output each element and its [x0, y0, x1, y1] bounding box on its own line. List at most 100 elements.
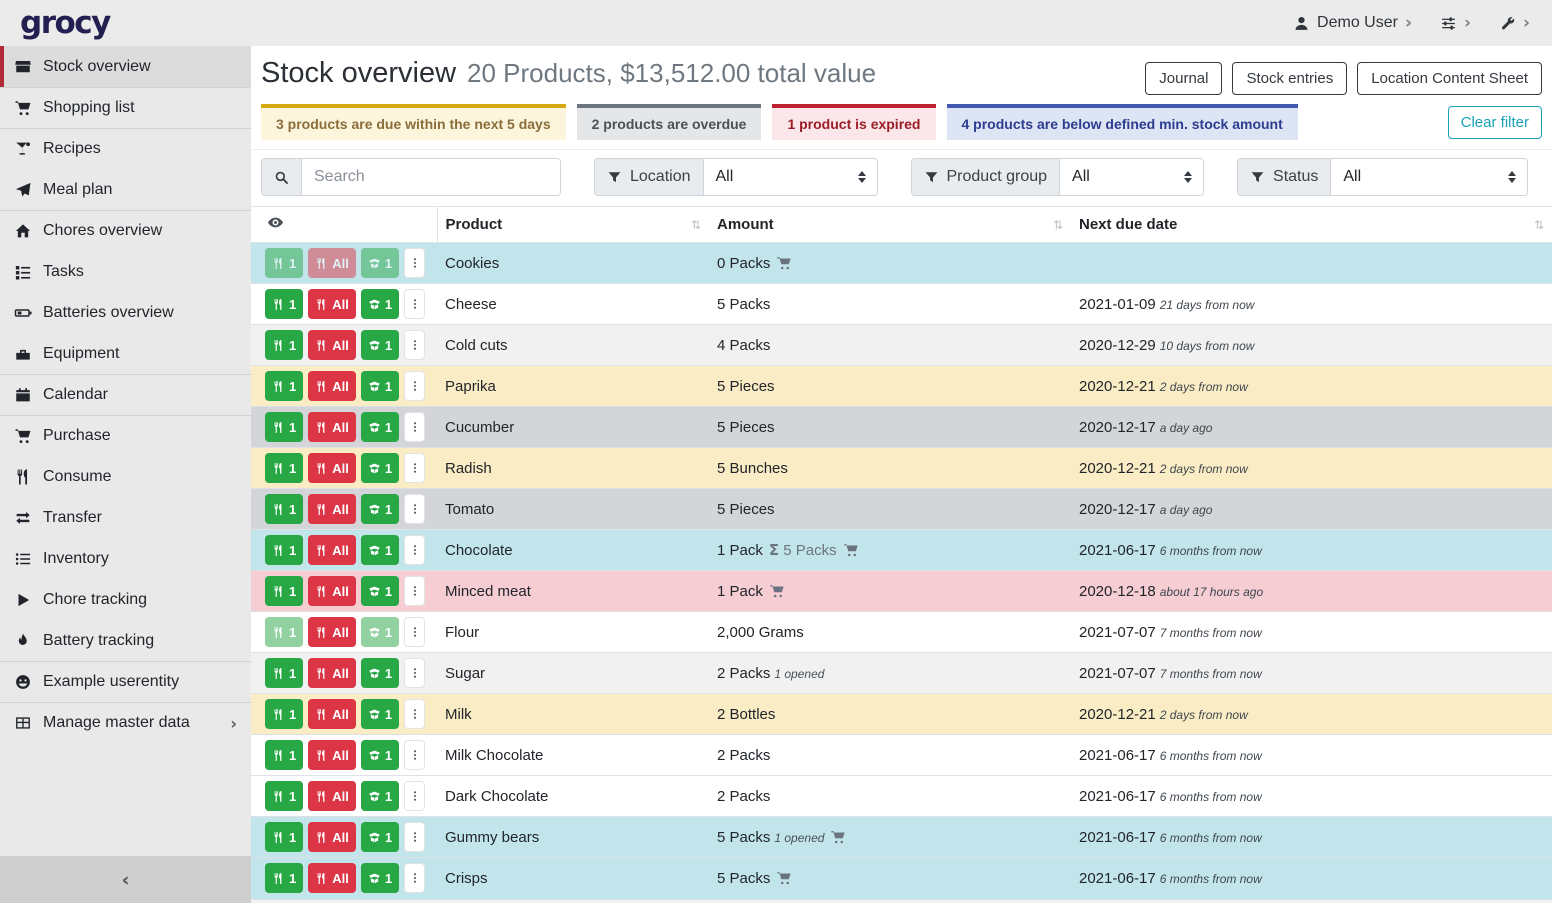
consume-one-button[interactable]: 1: [265, 453, 303, 483]
user-menu[interactable]: Demo User ›: [1293, 13, 1412, 33]
consume-one-button[interactable]: 1: [265, 576, 303, 606]
consume-all-button[interactable]: All: [308, 453, 356, 483]
sidebar-item-batteries-overview[interactable]: Batteries overview: [0, 292, 251, 333]
alert-secondary[interactable]: 2 products are overdue: [577, 104, 762, 140]
consume-one-button[interactable]: 1: [265, 699, 303, 729]
consume-one-button[interactable]: 1: [265, 330, 303, 360]
clear-filter-button[interactable]: Clear filter: [1448, 106, 1542, 139]
product-group-select[interactable]: All: [1060, 159, 1203, 195]
journal-button[interactable]: Journal: [1145, 62, 1222, 95]
row-menu-button[interactable]: [404, 658, 425, 688]
row-menu-button[interactable]: [404, 740, 425, 770]
row-menu-button[interactable]: [404, 576, 425, 606]
sidebar-item-consume[interactable]: Consume: [0, 456, 251, 497]
consume-all-button[interactable]: All: [308, 371, 356, 401]
alert-warning[interactable]: 3 products are due within the next 5 day…: [261, 104, 566, 140]
open-one-button[interactable]: 1: [361, 371, 399, 401]
shopping-cart-icon[interactable]: [830, 829, 846, 845]
consume-all-button[interactable]: All: [308, 781, 356, 811]
column-header-product[interactable]: Product ⇅: [437, 207, 709, 243]
open-one-button[interactable]: 1: [361, 289, 399, 319]
row-menu-button[interactable]: [404, 781, 425, 811]
settings-menu[interactable]: ›: [1440, 13, 1471, 33]
consume-all-button[interactable]: All: [308, 658, 356, 688]
consume-one-button[interactable]: 1: [265, 617, 303, 647]
sidebar-item-chores-overview[interactable]: Chores overview: [0, 210, 251, 251]
open-one-button[interactable]: 1: [361, 412, 399, 442]
search-input[interactable]: [302, 159, 560, 195]
open-one-button[interactable]: 1: [361, 699, 399, 729]
consume-all-button[interactable]: All: [308, 248, 356, 278]
consume-all-button[interactable]: All: [308, 822, 356, 852]
shopping-cart-icon[interactable]: [843, 542, 859, 558]
sidebar-item-tasks[interactable]: Tasks: [0, 251, 251, 292]
sidebar-collapse-button[interactable]: ‹: [0, 856, 251, 903]
row-menu-button[interactable]: [404, 863, 425, 893]
sidebar-item-battery-tracking[interactable]: Battery tracking: [0, 620, 251, 661]
open-one-button[interactable]: 1: [361, 658, 399, 688]
consume-one-button[interactable]: 1: [265, 822, 303, 852]
sidebar-item-calendar[interactable]: Calendar: [0, 374, 251, 415]
row-menu-button[interactable]: [404, 494, 425, 524]
consume-all-button[interactable]: All: [308, 330, 356, 360]
consume-all-button[interactable]: All: [308, 617, 356, 647]
location-select[interactable]: All: [704, 159, 877, 195]
sidebar-item-chore-tracking[interactable]: Chore tracking: [0, 579, 251, 620]
row-menu-button[interactable]: [404, 330, 425, 360]
row-menu-button[interactable]: [404, 289, 425, 319]
consume-one-button[interactable]: 1: [265, 535, 303, 565]
sidebar-item-inventory[interactable]: Inventory: [0, 538, 251, 579]
open-one-button[interactable]: 1: [361, 453, 399, 483]
shopping-cart-icon[interactable]: [769, 583, 785, 599]
admin-menu[interactable]: ›: [1499, 13, 1530, 33]
location-content-sheet-button[interactable]: Location Content Sheet: [1357, 62, 1542, 95]
sidebar-item-equipment[interactable]: Equipment: [0, 333, 251, 374]
consume-all-button[interactable]: All: [308, 289, 356, 319]
consume-one-button[interactable]: 1: [265, 289, 303, 319]
row-menu-button[interactable]: [404, 412, 425, 442]
row-menu-button[interactable]: [404, 617, 425, 647]
open-one-button[interactable]: 1: [361, 617, 399, 647]
sidebar-item-example-userentity[interactable]: Example userentity: [0, 661, 251, 702]
stock-entries-button[interactable]: Stock entries: [1232, 62, 1347, 95]
consume-all-button[interactable]: All: [308, 863, 356, 893]
consume-one-button[interactable]: 1: [265, 494, 303, 524]
consume-one-button[interactable]: 1: [265, 371, 303, 401]
column-header-next-due-date[interactable]: Next due date ⇅: [1071, 207, 1552, 243]
consume-one-button[interactable]: 1: [265, 248, 303, 278]
consume-all-button[interactable]: All: [308, 494, 356, 524]
consume-all-button[interactable]: All: [308, 576, 356, 606]
open-one-button[interactable]: 1: [361, 863, 399, 893]
sidebar-item-transfer[interactable]: Transfer: [0, 497, 251, 538]
sidebar-item-manage-master-data[interactable]: Manage master data›: [0, 702, 251, 743]
row-menu-button[interactable]: [404, 248, 425, 278]
open-one-button[interactable]: 1: [361, 781, 399, 811]
row-menu-button[interactable]: [404, 453, 425, 483]
open-one-button[interactable]: 1: [361, 248, 399, 278]
consume-one-button[interactable]: 1: [265, 412, 303, 442]
consume-all-button[interactable]: All: [308, 699, 356, 729]
sidebar-item-recipes[interactable]: Recipes: [0, 128, 251, 169]
consume-all-button[interactable]: All: [308, 740, 356, 770]
sidebar-item-stock-overview[interactable]: Stock overview: [0, 46, 251, 87]
alert-primary[interactable]: 4 products are below defined min. stock …: [947, 104, 1298, 140]
column-header-amount[interactable]: Amount ⇅: [709, 207, 1071, 243]
consume-all-button[interactable]: All: [308, 412, 356, 442]
open-one-button[interactable]: 1: [361, 576, 399, 606]
open-one-button[interactable]: 1: [361, 822, 399, 852]
status-select[interactable]: All: [1331, 159, 1527, 195]
alert-danger[interactable]: 1 product is expired: [772, 104, 935, 140]
row-menu-button[interactable]: [404, 371, 425, 401]
consume-one-button[interactable]: 1: [265, 863, 303, 893]
row-menu-button[interactable]: [404, 822, 425, 852]
consume-one-button[interactable]: 1: [265, 781, 303, 811]
open-one-button[interactable]: 1: [361, 494, 399, 524]
row-menu-button[interactable]: [404, 699, 425, 729]
sidebar-item-meal-plan[interactable]: Meal plan: [0, 169, 251, 210]
sidebar-item-purchase[interactable]: Purchase: [0, 415, 251, 456]
shopping-cart-icon[interactable]: [776, 255, 792, 271]
open-one-button[interactable]: 1: [361, 330, 399, 360]
row-menu-button[interactable]: [404, 535, 425, 565]
app-logo[interactable]: grocy: [20, 8, 110, 39]
open-one-button[interactable]: 1: [361, 740, 399, 770]
